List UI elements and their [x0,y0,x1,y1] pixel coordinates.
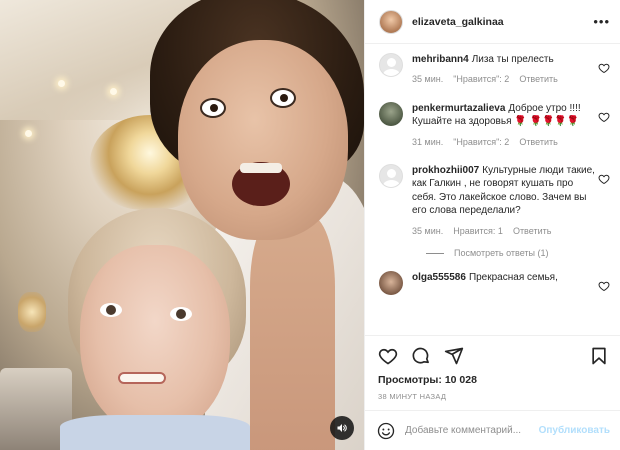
reply-button[interactable]: Ответить [519,136,557,149]
comment-likes[interactable]: Нравится: 1 [453,225,503,238]
reply-button[interactable]: Ответить [519,73,557,86]
save-button[interactable] [588,345,610,367]
views-label: Просмотры: [378,374,442,386]
comment-likes[interactable]: "Нравится": 2 [453,136,509,149]
man-chest [250,215,335,450]
comment-input[interactable] [405,425,539,436]
comment-time[interactable]: 35 мин. [412,225,443,238]
author-avatar[interactable] [379,9,403,34]
comment-username[interactable]: olga555586 [412,272,466,283]
avatar[interactable] [379,271,403,296]
comment-time[interactable]: 35 мин. [412,73,443,86]
share-icon [444,347,464,365]
ceiling-light [58,80,65,87]
heart-icon[interactable] [598,62,610,74]
views-count[interactable]: Просмотры: 10 028 [378,374,477,386]
bookmark-icon [592,347,606,365]
girl-shirt [60,415,250,450]
man-teeth [240,163,282,173]
heart-icon [378,348,398,365]
post-sidebar: elizaveta_galkinaa ••• mehribann4 Лиза ты… [364,0,620,450]
man-right-eye [270,88,296,108]
post-header: elizaveta_galkinaa ••• [365,0,620,44]
heart-icon[interactable] [598,280,610,292]
reply-button[interactable]: Ответить [513,225,551,238]
avatar[interactable] [379,164,403,189]
replies-divider [426,252,444,254]
like-button[interactable] [377,345,399,367]
heart-icon[interactable] [598,111,610,123]
girl-left-eye [100,303,122,317]
comment-icon [412,347,429,364]
comment-button[interactable] [410,345,432,367]
comment-text: Прекрасная семья, [468,272,558,284]
comment-time[interactable]: 31 мин. [412,136,443,149]
sound-toggle-button[interactable] [330,416,354,440]
man-left-eye [200,98,226,118]
comment-likes[interactable]: "Нравится": 2 [453,73,509,86]
share-button[interactable] [443,345,465,367]
view-replies-link[interactable]: Посмотреть ответы (1) [365,244,620,262]
comment-username[interactable]: penkermurtazalieva [412,103,505,114]
comment-username[interactable]: mehribann4 [412,54,469,65]
comment-item: prokhozhii007 Культурные люди такие, как … [365,155,620,244]
man-face [178,40,348,240]
more-options-icon[interactable]: ••• [593,14,610,29]
author-username[interactable]: elizaveta_galkinaa [412,16,593,28]
views-value: 10 028 [444,374,477,386]
emoji-icon[interactable] [377,422,395,440]
ceiling-light [110,88,117,95]
post-timestamp[interactable]: 38 МИНУТ НАЗАД [378,392,446,401]
speaker-icon [337,424,347,432]
comment-item: olga555586 Прекрасная семья, [365,262,620,296]
avatar[interactable] [379,101,403,126]
add-comment-form: Опубликовать [365,410,620,450]
comments-list[interactable]: mehribann4 Лиза ты прелесть 35 мин. "Нрав… [365,44,620,336]
comment-item: penkermurtazalieva Доброе утро !!!! Кушай… [365,93,620,155]
wall-sconce [18,292,46,332]
post-actions [365,340,620,372]
comment-item: mehribann4 Лиза ты прелесть 35 мин. "Нрав… [365,44,620,93]
publish-button[interactable]: Опубликовать [539,425,610,436]
comment-text: Лиза ты прелесть [471,54,554,65]
girl-face [80,245,230,435]
ceiling-light [25,130,32,137]
view-replies-label: Посмотреть ответы (1) [454,248,549,259]
heart-icon[interactable] [598,173,610,185]
comment-username[interactable]: prokhozhii007 [412,165,479,176]
girl-right-eye [170,307,192,321]
post-video[interactable] [0,0,364,450]
girl-mouth [118,372,166,384]
avatar[interactable] [379,53,403,77]
